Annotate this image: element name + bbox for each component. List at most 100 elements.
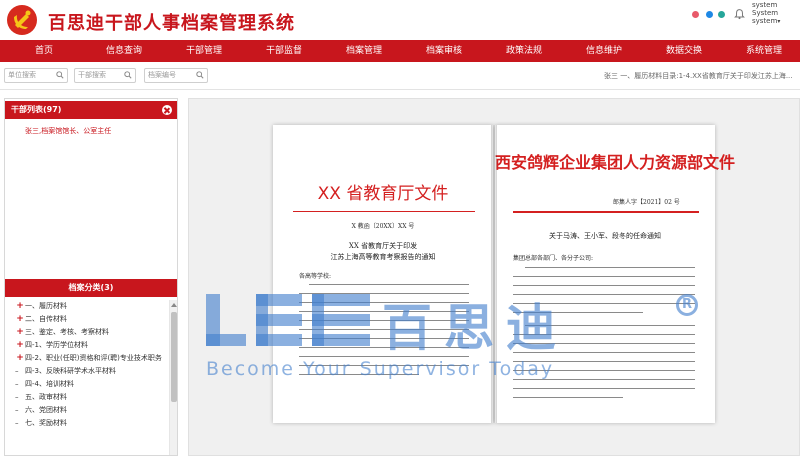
left-doc-number: X 教函〔20XX〕XX 号 xyxy=(351,223,415,230)
text-line xyxy=(299,338,469,340)
text-line xyxy=(513,361,695,363)
category-item[interactable]: – 六、党团材料 xyxy=(5,404,169,417)
expand-plus-icon[interactable]: + xyxy=(15,300,25,313)
archive-no-search-input[interactable]: 档案编号 xyxy=(144,68,208,83)
nav-item-cadre-management[interactable]: 干部管理 xyxy=(164,40,244,62)
status-dot-blue-icon[interactable] xyxy=(706,11,713,18)
category-item[interactable]: – 四-3、反映科研学术水平材料 xyxy=(5,365,169,378)
text-line xyxy=(513,334,695,336)
cadre-search-placeholder: 干部搜索 xyxy=(78,71,106,79)
text-line xyxy=(513,303,695,305)
document-viewer[interactable]: XX 省教育厅文件 X 教函〔20XX〕XX 号 XX 省教育厅关于印发 江苏上… xyxy=(188,98,800,456)
left-doc-title-1: XX 省教育厅关于印发 xyxy=(348,242,418,250)
unit-search-placeholder: 单位搜索 xyxy=(8,71,36,79)
tree-connector-icon: – xyxy=(15,380,19,388)
status-dot-teal-icon[interactable] xyxy=(718,11,725,18)
category-scrollbar[interactable] xyxy=(169,300,177,455)
text-line xyxy=(513,352,695,354)
text-line xyxy=(513,276,695,278)
text-line xyxy=(299,365,469,367)
text-line xyxy=(513,343,695,345)
user-display-line: System xyxy=(752,9,779,17)
right-doc-salutation: 集团总部各部门、各分子公司: xyxy=(513,255,594,262)
dropdown-caret-icon[interactable]: ▾ xyxy=(777,18,780,25)
category-item[interactable]: +一、履历材料 xyxy=(5,300,169,313)
breadcrumb: 张三 一、履历材料目录:1-4.XX省教育厅关于印发江苏上海... xyxy=(604,72,793,80)
open-document-book: XX 省教育厅文件 X 教函〔20XX〕XX 号 XX 省教育厅关于印发 江苏上… xyxy=(273,125,736,423)
user-name-line: system xyxy=(752,1,778,9)
text-line xyxy=(299,311,469,313)
nav-item-archive-management[interactable]: 档案管理 xyxy=(324,40,404,62)
cadre-list-title: 干部列表(97) xyxy=(11,105,62,114)
cadre-list-item[interactable]: 张三,档案馆馆长、公室主任 xyxy=(25,126,111,136)
expand-plus-icon[interactable]: + xyxy=(15,339,25,352)
category-tree: +一、履历材料 +二、自传材料 +三、鉴定、考核、考察材料 +四-1、学历学位材… xyxy=(5,300,169,455)
party-emblem-logo xyxy=(7,5,37,35)
category-item[interactable]: +四-2、职业(任职)资格和评(聘)专业技术职务 xyxy=(5,352,169,365)
text-line xyxy=(525,325,695,327)
text-line xyxy=(513,285,695,287)
nav-item-info-query[interactable]: 信息查询 xyxy=(84,40,164,62)
nav-item-system-management[interactable]: 系统管理 xyxy=(724,40,800,62)
text-line xyxy=(299,374,419,376)
category-item[interactable]: +三、鉴定、考核、考察材料 xyxy=(5,326,169,339)
app-header: 百思迪干部人事档案管理系统 system System system▾ xyxy=(0,0,800,40)
document-page-right[interactable]: 西安鸽辉企业集团人力资源部文件 郎集人字【2021】02 号 关于马涛、王小军、… xyxy=(495,125,736,423)
text-line xyxy=(299,320,469,322)
tree-connector-icon: – xyxy=(15,406,19,414)
nav-item-home[interactable]: 首页 xyxy=(4,40,84,62)
bell-icon[interactable] xyxy=(734,8,745,20)
text-line xyxy=(309,284,469,286)
expand-plus-icon[interactable]: + xyxy=(15,352,25,365)
text-line xyxy=(513,388,695,390)
search-bar: 单位搜索 干部搜索 档案编号 张三 一、履历材料目录:1-4.XX省教育厅关于印… xyxy=(0,62,800,90)
category-item[interactable]: – 四-4、培训材料 xyxy=(5,378,169,391)
close-icon[interactable] xyxy=(162,105,172,115)
archive-no-placeholder: 档案编号 xyxy=(148,71,176,79)
left-doc-header: XX 省教育厅文件 xyxy=(317,184,449,204)
nav-item-archive-review[interactable]: 档案审核 xyxy=(404,40,484,62)
left-panel: 干部列表(97) 张三,档案馆馆长、公室主任 档案分类(3) +一、履历材料 +… xyxy=(4,98,178,456)
nav-item-info-maintenance[interactable]: 信息维护 xyxy=(564,40,644,62)
text-line xyxy=(299,293,469,295)
category-item[interactable]: – 五、政审材料 xyxy=(5,391,169,404)
category-item[interactable]: +四-1、学历学位材料 xyxy=(5,339,169,352)
status-dot-red-icon[interactable] xyxy=(692,11,699,18)
text-line xyxy=(513,379,695,381)
nav-item-cadre-supervision[interactable]: 干部监督 xyxy=(244,40,324,62)
search-icon[interactable] xyxy=(196,71,204,79)
left-doc-title-2: 江苏上海高等教育考察报告的通知 xyxy=(330,253,436,261)
scroll-up-icon[interactable] xyxy=(171,303,177,307)
search-icon[interactable] xyxy=(124,71,132,79)
text-line xyxy=(299,356,469,358)
scrollbar-thumb[interactable] xyxy=(171,312,177,402)
app-title: 百思迪干部人事档案管理系统 xyxy=(48,13,295,34)
expand-plus-icon[interactable]: + xyxy=(15,313,25,326)
text-line xyxy=(525,267,695,269)
unit-search-input[interactable]: 单位搜索 xyxy=(4,68,68,83)
tree-connector-icon: – xyxy=(15,419,19,427)
nav-item-policy[interactable]: 政策法规 xyxy=(484,40,564,62)
cadre-list-header: 干部列表(97) xyxy=(5,101,177,119)
document-page-left[interactable]: XX 省教育厅文件 X 教函〔20XX〕XX 号 XX 省教育厅关于印发 江苏上… xyxy=(273,125,493,423)
main-nav: 首页 信息查询 干部管理 干部监督 档案管理 档案审核 政策法规 信息维护 数据… xyxy=(0,40,800,62)
text-line xyxy=(299,302,469,304)
user-role-line: system▾ xyxy=(752,17,781,25)
cadre-search-input[interactable]: 干部搜索 xyxy=(74,68,136,83)
user-menu[interactable]: system System system▾ xyxy=(752,1,798,26)
book-spine xyxy=(491,125,497,423)
category-item[interactable]: +二、自传材料 xyxy=(5,313,169,326)
text-line xyxy=(513,370,695,372)
nav-item-data-exchange[interactable]: 数据交换 xyxy=(644,40,724,62)
red-divider xyxy=(293,211,475,212)
right-doc-number: 郎集人字【2021】02 号 xyxy=(613,199,680,206)
right-doc-title: 关于马涛、王小军、段冬的任命通知 xyxy=(549,232,661,240)
search-icon[interactable] xyxy=(56,71,64,79)
left-doc-salutation: 各高等学校: xyxy=(299,273,332,280)
header-icons xyxy=(690,8,750,22)
red-divider xyxy=(513,211,699,213)
tree-connector-icon: – xyxy=(15,367,19,375)
right-doc-header: 西安鸽辉企业集团人力资源部文件 xyxy=(495,153,736,172)
category-item[interactable]: – 七、奖励材料 xyxy=(5,417,169,430)
expand-plus-icon[interactable]: + xyxy=(15,326,25,339)
